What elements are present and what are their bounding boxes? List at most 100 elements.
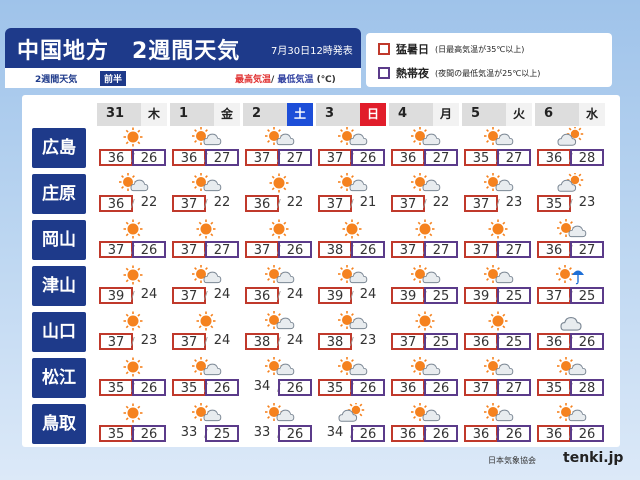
sun-cloud-icon — [555, 357, 587, 377]
min-temp: 24 — [140, 287, 158, 302]
max-temp: 36 — [391, 379, 425, 396]
min-temp: 21 — [359, 195, 377, 210]
min-temp: 25 — [424, 287, 458, 304]
sun-cloud-icon — [190, 403, 222, 423]
legend-hot-label: 猛暑日 — [396, 43, 429, 56]
min-temp: 23 — [359, 333, 377, 348]
temp-key-slash: / — [271, 75, 275, 85]
forecast-cell: 37/24 — [170, 311, 241, 354]
sun-cloud-icon — [555, 219, 587, 239]
city-label: 鳥取 — [32, 404, 86, 444]
sun-cloud-icon — [409, 357, 441, 377]
min-temp: 28 — [570, 379, 604, 396]
min-temp: 27 — [205, 149, 239, 166]
max-temp: 39 — [464, 287, 498, 304]
sun-icon — [263, 173, 295, 193]
sun-cloud-icon — [336, 357, 368, 377]
max-temp: 37 — [172, 241, 206, 258]
sun-cloud-icon — [409, 403, 441, 423]
max-temp: 37 — [99, 241, 133, 258]
forecast-cell: 37/23 — [462, 173, 533, 216]
sun-cloud-icon — [482, 357, 514, 377]
sun-cloud-icon — [190, 357, 222, 377]
sun-cloud-icon — [409, 127, 441, 147]
max-temp: 37 — [318, 149, 352, 166]
weekday: 日 — [360, 103, 386, 126]
min-temp: 26 — [205, 379, 239, 396]
min-temp: 27 — [497, 241, 531, 258]
min-temp: 23 — [505, 195, 523, 210]
max-temp: 35 — [318, 379, 352, 396]
max-temp: 35 — [537, 379, 571, 396]
min-temp: 24 — [213, 333, 231, 348]
forecast-cell: 39/24 — [97, 265, 168, 308]
max-temp: 37 — [391, 195, 425, 212]
forecast-cell: 36/22 — [243, 173, 314, 216]
forecast-cell: 35/26 — [97, 357, 168, 400]
issued-time: 7月30日12時発表 — [271, 46, 353, 57]
forecast-cell: 37/22 — [170, 173, 241, 216]
sun-icon — [482, 311, 514, 331]
min-temp: 26 — [278, 379, 312, 396]
min-temp: 27 — [570, 241, 604, 258]
min-temp: 24 — [286, 287, 304, 302]
forecast-cell: 35/27 — [462, 127, 533, 170]
forecast-cell: 37/26 — [243, 219, 314, 262]
forecast-cell: 38/24 — [243, 311, 314, 354]
max-temp: 37 — [464, 379, 498, 396]
forecast-cell: 37/25 — [535, 265, 606, 308]
legend-trop-label: 熱帯夜 — [396, 67, 429, 80]
forecast-cell: 35/28 — [535, 357, 606, 400]
min-temp: 26 — [132, 241, 166, 258]
legend-trop-note: (夜間の最低気温が25℃以上) — [435, 68, 541, 78]
forecast-cell: 36/26 — [535, 311, 606, 354]
max-temp: 36 — [537, 149, 571, 166]
forecast-cell: 37/27 — [462, 219, 533, 262]
sun-icon — [336, 219, 368, 239]
sun-cloud-icon — [409, 265, 441, 285]
forecast-label: 2週間天気 — [35, 75, 78, 85]
sun-cloud-icon — [482, 127, 514, 147]
max-temp: 36 — [464, 333, 498, 350]
forecast-cell: 36/27 — [389, 127, 460, 170]
sun-icon — [117, 219, 149, 239]
min-temp: 26 — [570, 333, 604, 350]
max-temp: 36 — [464, 425, 498, 442]
day-number: 5 — [471, 106, 481, 121]
max-temp: 36 — [99, 195, 133, 212]
forecast-cell: 38/23 — [316, 311, 387, 354]
min-temp: 26 — [351, 149, 385, 166]
forecast-cell: 38/26 — [316, 219, 387, 262]
forecast-cell: 37/25 — [389, 311, 460, 354]
forecast-cell: 36/26 — [389, 403, 460, 446]
sun-cloud-icon — [336, 127, 368, 147]
forecast-cell: 36/27 — [170, 127, 241, 170]
weekday: 水 — [579, 103, 605, 126]
day-header: 2土 — [243, 103, 313, 126]
min-temp: 26 — [497, 425, 531, 442]
sub-bar: 2週間天気 前半 最高気温/ 最低気温 (℃) — [5, 68, 361, 88]
forecast-cell: 37/23 — [97, 311, 168, 354]
sun-cloud-icon — [263, 127, 295, 147]
forecast-cell: 37/27 — [389, 219, 460, 262]
max-temp-key: 最高気温 — [235, 75, 272, 85]
day-number: 6 — [544, 106, 554, 121]
min-temp: 25 — [205, 425, 239, 442]
max-temp: 38 — [318, 241, 352, 258]
max-temp: 34 — [326, 425, 344, 440]
sun-cloud-icon — [336, 265, 368, 285]
max-temp: 37 — [537, 287, 571, 304]
forecast-cell: 35/26 — [170, 357, 241, 400]
sun-icon — [409, 219, 441, 239]
title-bar: 中国地方 2週間天気 7月30日12時発表 — [5, 28, 361, 68]
min-temp: 26 — [424, 425, 458, 442]
day-number: 31 — [106, 106, 125, 121]
city-label: 広島 — [32, 128, 86, 168]
sun-icon — [190, 311, 222, 331]
forecast-cell: 34/26 — [243, 357, 314, 400]
max-temp: 36 — [537, 425, 571, 442]
sun-cloud-icon — [409, 173, 441, 193]
min-temp: 24 — [359, 287, 377, 302]
day-number: 2 — [252, 106, 262, 121]
max-temp: 36 — [537, 241, 571, 258]
